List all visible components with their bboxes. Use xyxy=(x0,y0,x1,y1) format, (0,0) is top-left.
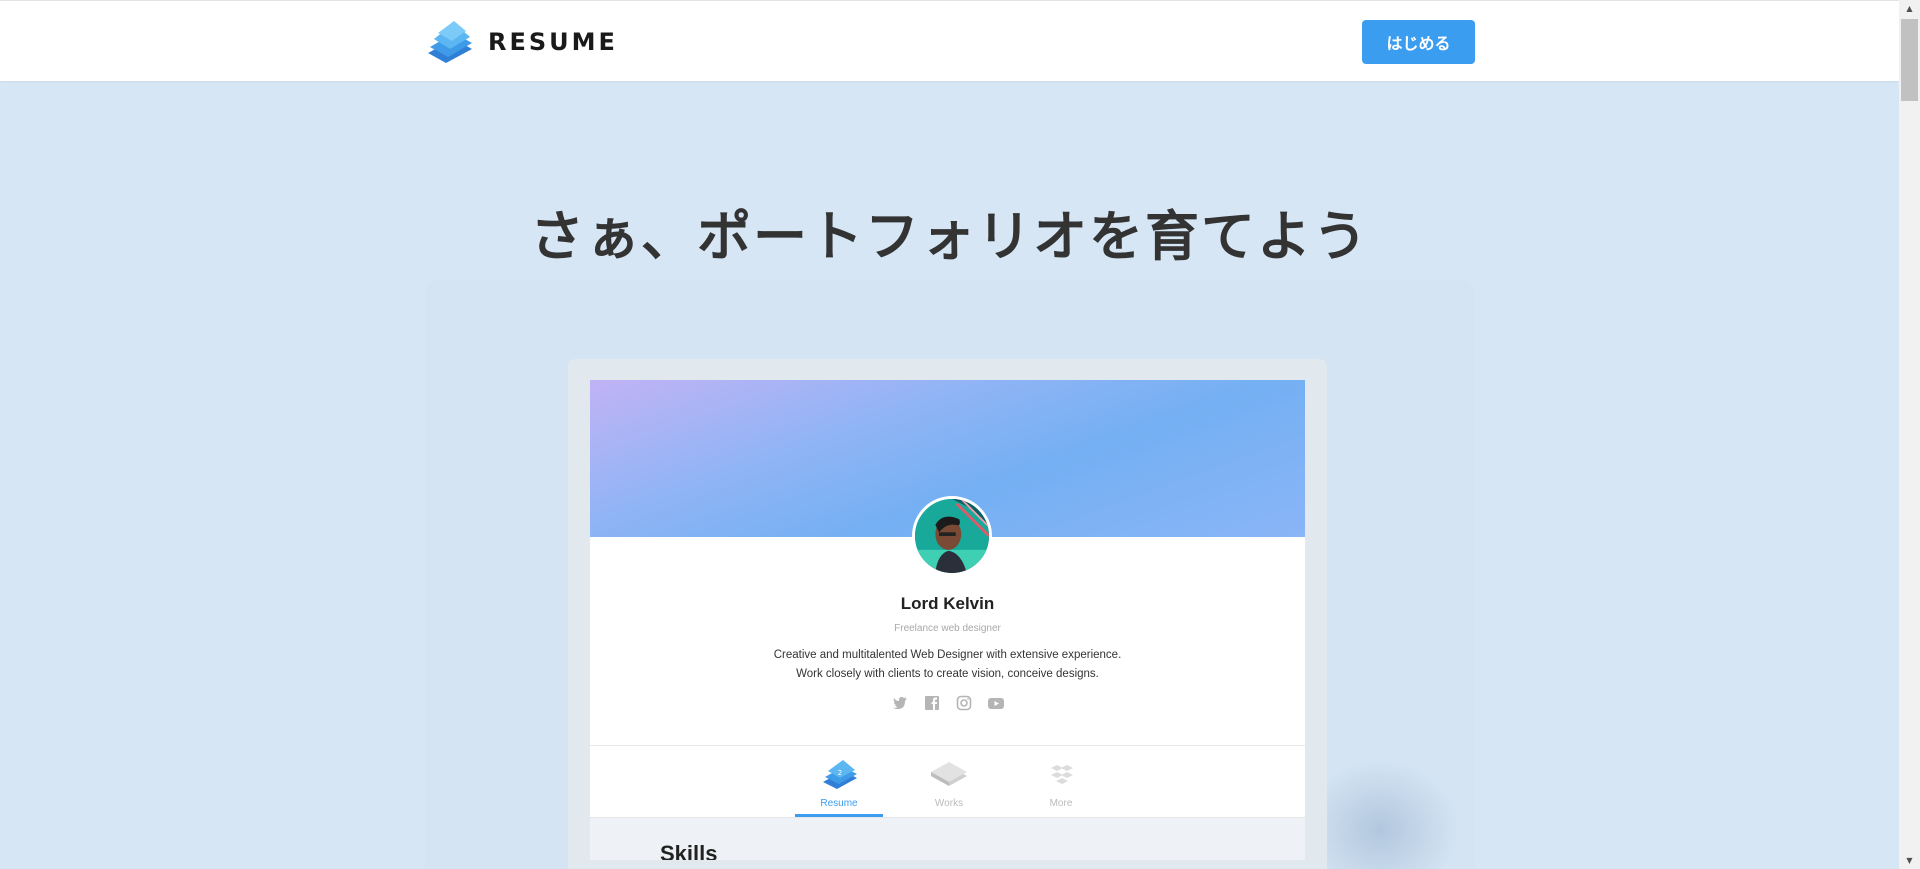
tab-label: Resume xyxy=(820,798,858,809)
instagram-icon[interactable] xyxy=(955,694,973,712)
scroll-down-arrow-icon[interactable]: ▼ xyxy=(1899,852,1920,869)
tab-label: Works xyxy=(934,798,964,809)
svg-text:2: 2 xyxy=(838,769,842,777)
tab-works[interactable]: Works xyxy=(905,746,993,817)
site-header: RESUME はじめる xyxy=(0,0,1899,81)
resume-tab-icon: 2 xyxy=(823,760,857,789)
tab-label: More xyxy=(1049,798,1073,809)
profile-bio: Creative and multitalented Web Designer … xyxy=(590,646,1305,684)
facebook-icon[interactable] xyxy=(923,694,941,712)
twitter-icon[interactable] xyxy=(891,694,909,712)
logo[interactable]: RESUME xyxy=(424,19,618,65)
avatar xyxy=(912,496,992,576)
social-links xyxy=(590,694,1305,712)
logo-text: RESUME xyxy=(488,28,618,56)
resume-content: Skills xyxy=(590,817,1305,860)
start-button[interactable]: はじめる xyxy=(1362,20,1475,64)
bio-line: Work closely with clients to create visi… xyxy=(796,668,1099,680)
scroll-up-arrow-icon[interactable]: ▲ xyxy=(1899,0,1920,17)
tab-more[interactable]: More xyxy=(1017,746,1105,817)
avatar-portrait-icon xyxy=(915,499,989,573)
profile-preview-screen: Lord Kelvin Freelance web designer Creat… xyxy=(590,380,1305,860)
tab-resume[interactable]: 2 Resume xyxy=(795,746,883,817)
profile-name: Lord Kelvin xyxy=(900,594,995,613)
page-scrollbar[interactable]: ▲ ▼ xyxy=(1899,0,1920,869)
profile-tabs: 2 Resume Works More xyxy=(590,746,1305,817)
bio-line: Creative and multitalented Web Designer … xyxy=(773,649,1122,661)
youtube-icon[interactable] xyxy=(987,694,1005,712)
more-tab-icon xyxy=(1051,765,1073,784)
section-title-skills: Skills xyxy=(660,841,718,860)
scroll-thumb[interactable] xyxy=(1901,19,1918,101)
logo-icon xyxy=(428,21,472,63)
works-tab-icon xyxy=(931,762,967,786)
hero-headline: さぁ、ポートフォリオを育てよう xyxy=(530,205,1369,268)
profile-role: Freelance web designer xyxy=(894,623,1001,634)
